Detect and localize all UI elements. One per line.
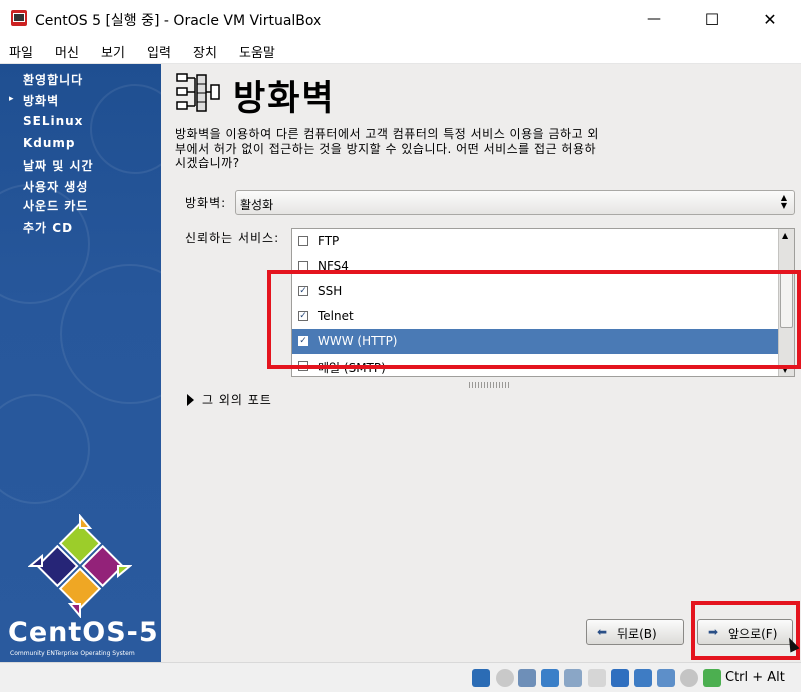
minimize-button[interactable]: — — [631, 0, 677, 38]
mouse-integration-icon[interactable] — [680, 669, 698, 687]
menu-file[interactable]: 파일 — [9, 42, 33, 61]
firewall-label: 방화벽: — [185, 196, 227, 210]
annotation-highlight-services — [267, 270, 801, 369]
centos-logo-text: CentOS-5 — [8, 617, 159, 648]
description-line: 방화벽을 이용하여 다른 컴퓨터에서 고객 컴퓨터의 특정 서비스 이용을 금하… — [175, 127, 599, 141]
menu-machine[interactable]: 머신 — [55, 42, 79, 61]
service-name: FTP — [318, 234, 340, 248]
decor-swirl — [0, 394, 90, 504]
decor-swirl — [60, 264, 161, 404]
firewall-network-icon — [176, 73, 220, 112]
maximize-button[interactable]: ☐ — [689, 0, 735, 38]
usb-icon[interactable] — [564, 669, 582, 687]
window-title: CentOS 5 [실행 중] - Oracle VM VirtualBox — [35, 13, 322, 29]
other-ports-expander[interactable]: 그 외의 포트 — [187, 391, 272, 408]
expander-arrow-icon — [187, 394, 194, 406]
setup-sidebar: ▸ 환영합니다 방화벽 SELinux Kdump 날짜 및 시간 사용자 생성… — [0, 64, 161, 662]
recording-icon[interactable] — [634, 669, 652, 687]
centos-logo-icon — [28, 514, 132, 618]
window-titlebar: CentOS 5 [실행 중] - Oracle VM VirtualBox —… — [0, 0, 801, 38]
minimize-icon: — — [647, 11, 661, 27]
other-ports-label: 그 외의 포트 — [202, 393, 272, 407]
page-description: 방화벽을 이용하여 다른 컴퓨터에서 고객 컴퓨터의 특정 서비스 이용을 금하… — [175, 127, 675, 171]
sidebar-item-firewall: 방화벽 — [23, 94, 60, 108]
vm-status-bar: Ctrl + Alt — [0, 662, 801, 692]
menu-input[interactable]: 입력 — [147, 42, 171, 61]
firewall-select-value: 활성화 — [240, 198, 274, 212]
cpu-icon[interactable] — [657, 669, 675, 687]
menu-devices[interactable]: 장치 — [193, 42, 217, 61]
current-step-arrow-icon: ▸ — [9, 94, 14, 104]
sidebar-item-selinux: SELinux — [23, 114, 84, 128]
display-icon[interactable] — [611, 669, 629, 687]
description-line: 시겠습니까? — [175, 156, 240, 170]
virtualbox-app-icon — [11, 10, 27, 26]
decor-swirl — [90, 84, 161, 174]
resize-grip[interactable] — [469, 382, 509, 388]
annotation-highlight-next — [691, 601, 800, 660]
sidebar-item-additional-cd: 추가 CD — [23, 221, 74, 235]
host-key-label: Ctrl + Alt — [725, 670, 785, 685]
shared-folders-icon[interactable] — [588, 669, 606, 687]
service-checkbox[interactable] — [298, 236, 308, 246]
sidebar-item-datetime: 날짜 및 시간 — [23, 159, 94, 173]
page-title: 방화벽 — [233, 79, 336, 119]
close-button[interactable]: ✕ — [747, 0, 793, 38]
menu-bar: 파일 머신 보기 입력 장치 도움말 — [0, 38, 801, 64]
sidebar-item-create-user: 사용자 생성 — [23, 180, 89, 194]
back-button-label: 뒤로(B) — [617, 627, 657, 641]
maximize-icon: ☐ — [704, 9, 720, 29]
close-icon: ✕ — [763, 9, 777, 29]
sidebar-item-sound-card: 사운드 카드 — [23, 199, 89, 213]
sidebar-item-kdump: Kdump — [23, 136, 76, 150]
audio-icon[interactable] — [518, 669, 536, 687]
menu-help[interactable]: 도움말 — [239, 42, 275, 61]
hard-disk-icon[interactable] — [472, 669, 490, 687]
description-line: 부에서 허가 없이 접근하는 것을 방지할 수 있습니다. 어떤 서비스를 접근… — [175, 141, 597, 156]
arrow-left-icon: ⬅ — [597, 625, 608, 639]
centos-logo-subtitle: Community ENTerprise Operating System — [10, 650, 135, 657]
network-icon[interactable] — [541, 669, 559, 687]
menu-view[interactable]: 보기 — [101, 42, 125, 61]
sidebar-item-welcome: 환영합니다 — [23, 73, 84, 87]
scroll-up-icon[interactable]: ▲ — [782, 231, 788, 240]
optical-drive-icon[interactable] — [496, 669, 514, 687]
back-button[interactable]: ⬅ 뒤로(B) — [586, 619, 684, 645]
select-arrows-icon: ▲ ▼ — [780, 193, 788, 210]
host-key-icon[interactable] — [703, 669, 721, 687]
firewall-select[interactable]: 활성화 ▲ ▼ — [235, 190, 795, 215]
trusted-services-label: 신뢰하는 서비스: — [185, 231, 280, 245]
service-row-ftp[interactable]: FTP — [292, 229, 778, 254]
